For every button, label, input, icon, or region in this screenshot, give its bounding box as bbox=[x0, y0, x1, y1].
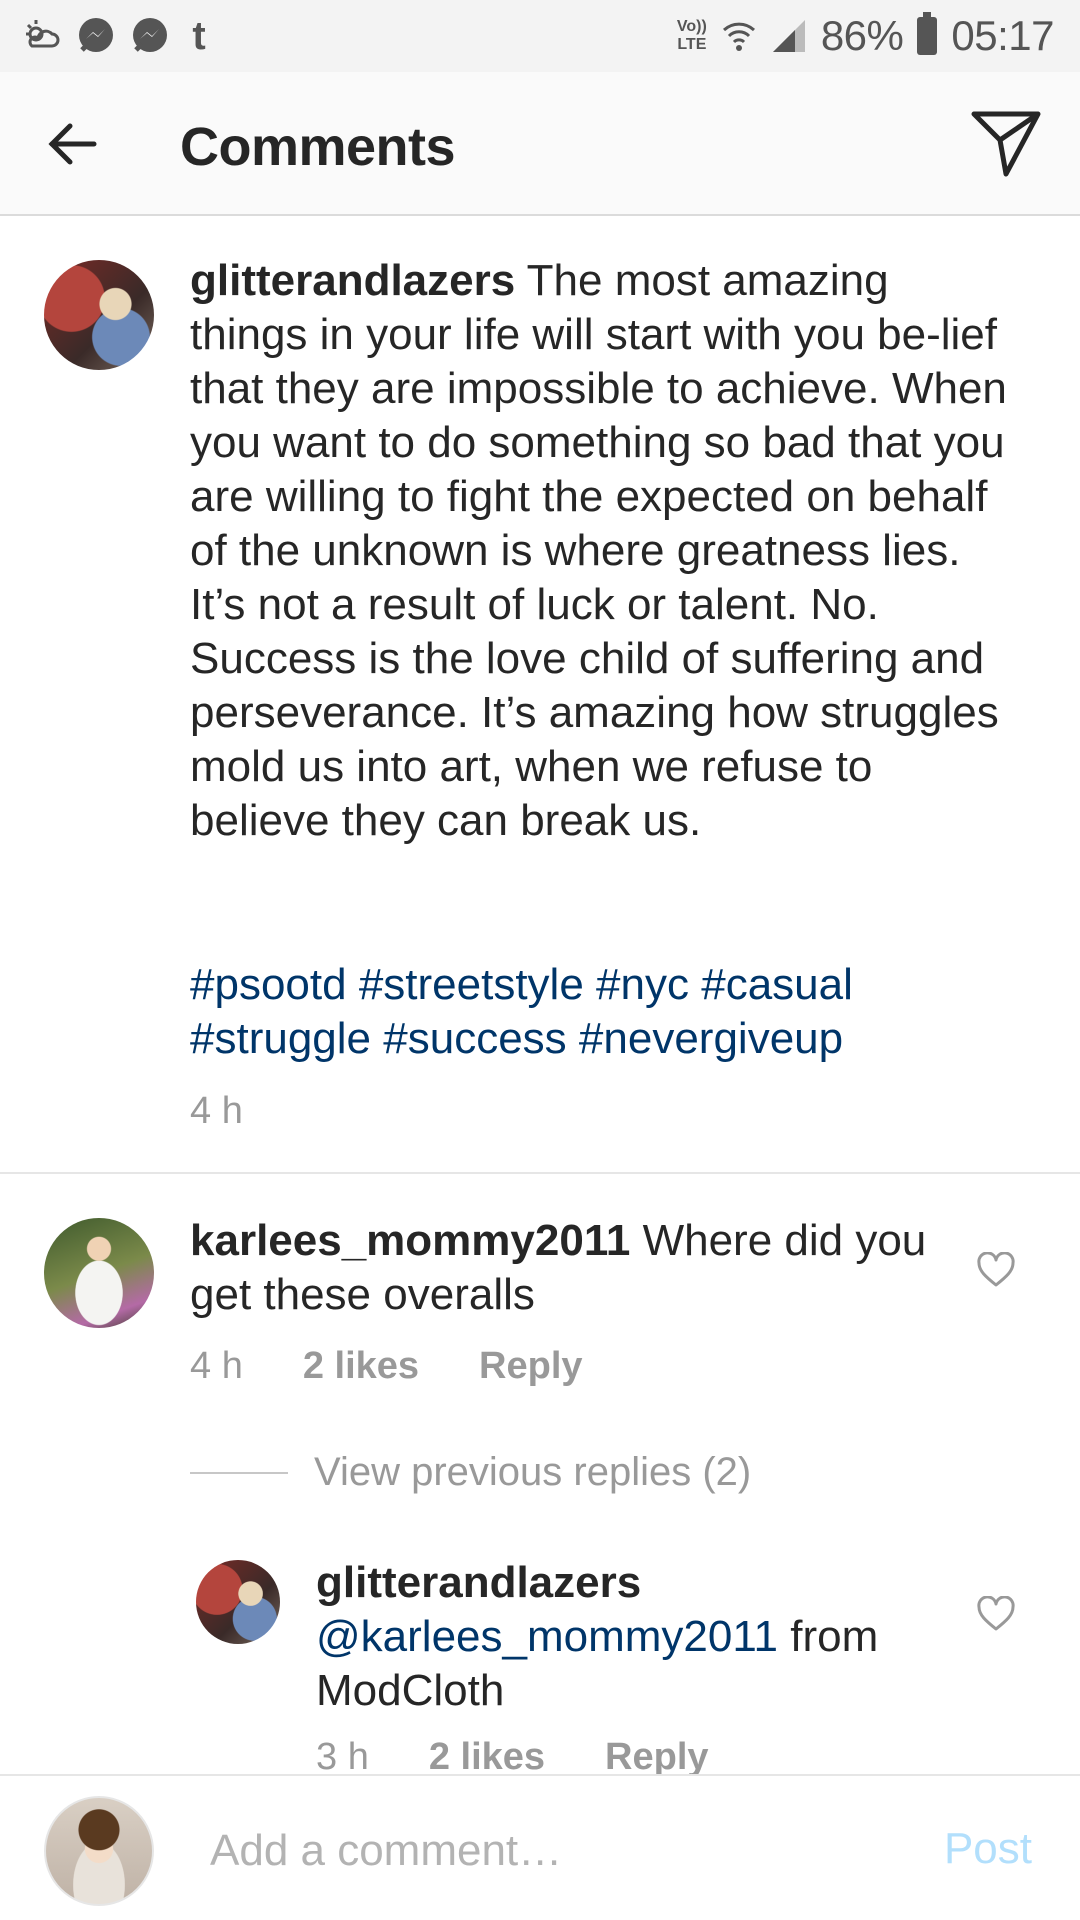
wifi-icon bbox=[721, 18, 757, 54]
reply-button[interactable]: Reply bbox=[479, 1345, 582, 1388]
clock: 05:17 bbox=[951, 12, 1054, 59]
hashtag-link[interactable]: #psootd bbox=[190, 960, 347, 1009]
comment-composer: Post bbox=[0, 1774, 1080, 1920]
messenger-icon bbox=[130, 16, 170, 56]
volte-indicator: Vo)) LTE bbox=[677, 18, 707, 54]
view-replies-label[interactable]: View previous replies (2) bbox=[314, 1450, 751, 1495]
current-user-avatar bbox=[44, 1796, 154, 1906]
post-button[interactable]: Post bbox=[944, 1824, 1032, 1874]
caption-timestamp: 4 h bbox=[190, 1090, 243, 1132]
tumblr-icon: t bbox=[192, 13, 206, 58]
back-button[interactable] bbox=[42, 114, 102, 174]
signal-icon bbox=[771, 18, 807, 54]
page-title: Comments bbox=[180, 117, 456, 177]
battery-icon bbox=[917, 12, 938, 55]
app-header: Comments bbox=[0, 72, 1080, 216]
reply-text: @karlees_mommy2011 from ModCloth bbox=[316, 1610, 976, 1718]
replies-line bbox=[190, 1471, 288, 1474]
direct-send-button[interactable] bbox=[968, 106, 1044, 182]
volte-label: Vo)) bbox=[676, 18, 707, 35]
status-notifications: t bbox=[22, 14, 214, 59]
reply-likes[interactable]: 2 likes bbox=[429, 1736, 545, 1779]
reply-timestamp: 3 h bbox=[316, 1736, 369, 1778]
direct-send-icon bbox=[971, 111, 1041, 177]
heart-icon bbox=[977, 1596, 1015, 1631]
hashtag-link[interactable]: #casual bbox=[701, 960, 853, 1009]
status-bar: t Vo)) LTE 86% 05:17 bbox=[0, 0, 1080, 72]
reply-username[interactable]: glitterandlazers bbox=[316, 1558, 641, 1607]
view-previous-replies[interactable]: View previous replies (2) bbox=[190, 1450, 751, 1495]
reply-avatar[interactable] bbox=[196, 1560, 280, 1644]
status-system: Vo)) LTE 86% 05:17 bbox=[677, 12, 1054, 60]
hashtag-link[interactable]: #nyc bbox=[596, 960, 689, 1009]
caption-body: The most amazing things in your life wil… bbox=[190, 256, 1007, 845]
battery-percent: 86% bbox=[820, 12, 904, 59]
messenger-icon bbox=[76, 16, 116, 56]
caption-text: glitterandlazers The most amazing things… bbox=[190, 254, 1010, 848]
like-reply-button[interactable] bbox=[976, 1594, 1016, 1634]
caption-avatar[interactable] bbox=[44, 260, 154, 370]
weather-icon bbox=[22, 16, 62, 56]
lte-label: LTE bbox=[677, 36, 707, 53]
comment-text: karlees_mommy2011 Where did you get thes… bbox=[190, 1214, 950, 1322]
caption-divider bbox=[0, 1172, 1080, 1174]
comment-timestamp: 4 h bbox=[190, 1345, 243, 1387]
comment-username[interactable]: karlees_mommy2011 bbox=[190, 1216, 630, 1265]
reply-meta: 3 h 2 likes Reply bbox=[316, 1736, 709, 1779]
hashtag-link[interactable]: #streetstyle bbox=[359, 960, 584, 1009]
heart-icon bbox=[977, 1252, 1015, 1287]
caption-username[interactable]: glitterandlazers bbox=[190, 256, 515, 305]
like-comment-button[interactable] bbox=[976, 1250, 1016, 1290]
comment-input[interactable] bbox=[210, 1816, 870, 1886]
hashtag-link[interactable]: #nevergiveup bbox=[579, 1014, 843, 1063]
caption-hashtags: #psootd #streetstyle #nyc #casual #strug… bbox=[190, 958, 1010, 1066]
back-arrow-icon bbox=[48, 123, 97, 165]
reply-reply-button[interactable]: Reply bbox=[605, 1736, 708, 1779]
comment-avatar[interactable] bbox=[44, 1218, 154, 1328]
hashtag-link[interactable]: #struggle bbox=[190, 1014, 371, 1063]
reply-username-line: glitterandlazers bbox=[316, 1556, 976, 1610]
comment-meta: 4 h 2 likes Reply bbox=[190, 1345, 583, 1388]
mention-link[interactable]: @karlees_mommy2011 bbox=[316, 1612, 778, 1661]
hashtag-link[interactable]: #success bbox=[383, 1014, 566, 1063]
comment-likes[interactable]: 2 likes bbox=[303, 1345, 419, 1388]
